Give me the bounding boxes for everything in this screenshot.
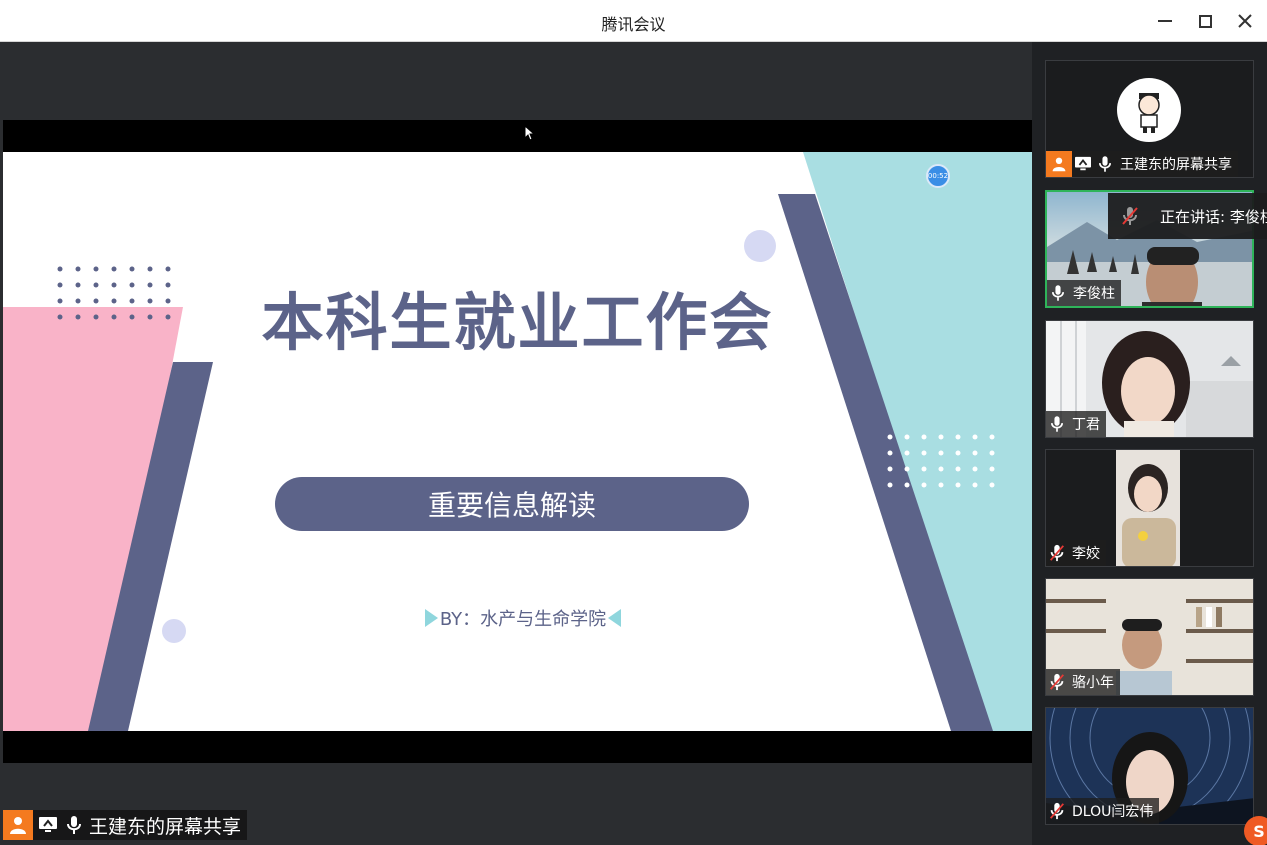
participant-name: DLOU闫宏伟 bbox=[1072, 804, 1154, 820]
screen-share-label: 王建东的屏幕共享 bbox=[3, 810, 248, 840]
recording-timer-badge[interactable]: 00:52 bbox=[926, 164, 950, 188]
participant-name: 李俊柱 bbox=[1073, 286, 1115, 302]
microphone-muted-icon bbox=[1046, 671, 1068, 693]
participant-tile[interactable]: 李姣 bbox=[1045, 449, 1254, 567]
microphone-icon bbox=[1046, 413, 1068, 435]
maximize-icon bbox=[1198, 14, 1212, 28]
participant-sidebar: 王建东的屏幕共享 李俊柱 丁君 李姣 骆小年 DLOU闫宏伟 bbox=[1032, 42, 1267, 845]
shared-screen-stage: 00:52 本科生就业工作会 重要信息解读 BY：水产与生命学院 bbox=[3, 42, 1032, 845]
participant-tile[interactable]: 丁君 bbox=[1045, 320, 1254, 438]
participant-name-bar: 丁君 bbox=[1046, 411, 1106, 437]
microphone-muted-icon bbox=[1046, 800, 1068, 822]
close-icon bbox=[1238, 14, 1252, 28]
screen-share-icon bbox=[37, 814, 59, 836]
logo-glyph: S bbox=[1253, 821, 1265, 841]
close-button[interactable] bbox=[1231, 8, 1259, 34]
participant-name: 丁君 bbox=[1072, 417, 1100, 433]
microphone-muted-icon bbox=[1046, 542, 1068, 564]
speaking-text: 正在讲话: 李俊柱 bbox=[1160, 207, 1267, 226]
slide-title: 本科生就业工作会 bbox=[261, 286, 774, 359]
speaking-indicator: 正在讲话: 李俊柱 bbox=[1108, 193, 1267, 239]
participant-name: 李姣 bbox=[1072, 546, 1100, 562]
participant-tile[interactable]: 王建东的屏幕共享 bbox=[1045, 60, 1254, 178]
slide-background-shapes bbox=[3, 152, 1032, 731]
presentation-slide: 00:52 本科生就业工作会 重要信息解读 BY：水产与生命学院 bbox=[3, 152, 1032, 731]
triangle-right-icon bbox=[424, 609, 438, 627]
participant-name-bar: 骆小年 bbox=[1046, 669, 1120, 695]
participant-tile[interactable]: DLOU闫宏伟 bbox=[1045, 707, 1254, 825]
title-bar: 腾讯会议 bbox=[0, 0, 1267, 42]
participant-name-bar: DLOU闫宏伟 bbox=[1046, 798, 1160, 824]
screen-share-icon bbox=[1072, 153, 1094, 175]
participant-name-bar: 李俊柱 bbox=[1047, 280, 1121, 306]
participant-name: 骆小年 bbox=[1072, 675, 1114, 691]
participant-name: 王建东的屏幕共享 bbox=[1120, 157, 1232, 173]
share-label-text: 王建东的屏幕共享 bbox=[89, 815, 242, 838]
window-title: 腾讯会议 bbox=[601, 15, 666, 34]
avatar bbox=[1117, 78, 1181, 142]
microphone-icon bbox=[1094, 153, 1116, 175]
participant-name-bar: 李姣 bbox=[1046, 540, 1106, 566]
participant-tile[interactable]: 骆小年 bbox=[1045, 578, 1254, 696]
letterbox-bottom bbox=[3, 731, 1032, 763]
slide-subtitle-pill: 重要信息解读 bbox=[275, 477, 749, 531]
input-method-logo[interactable]: S bbox=[1244, 816, 1267, 845]
letterbox-top bbox=[3, 120, 1032, 152]
maximize-button[interactable] bbox=[1191, 8, 1219, 34]
slide-byline: BY：水产与生命学院 bbox=[413, 607, 633, 630]
minimize-button[interactable] bbox=[1151, 8, 1179, 34]
triangle-left-icon bbox=[608, 609, 622, 627]
participant-name-bar: 王建东的屏幕共享 bbox=[1046, 151, 1238, 177]
microphone-icon bbox=[1047, 282, 1069, 304]
tencent-meeting-window: 腾讯会议 00:52 本科生就业工作会 重要信息解读 BY：水产与生命学院 王建… bbox=[0, 0, 1267, 845]
microphone-icon bbox=[63, 814, 85, 836]
minimize-icon bbox=[1158, 20, 1172, 22]
person-icon bbox=[3, 810, 33, 840]
mouse-cursor-icon bbox=[524, 125, 536, 141]
microphone-muted-icon[interactable] bbox=[1120, 205, 1140, 227]
timer-text: 00:52 bbox=[927, 172, 949, 180]
byline-text: BY：水产与生命学院 bbox=[439, 609, 607, 630]
person-icon bbox=[1046, 151, 1072, 177]
slide-subtitle: 重要信息解读 bbox=[427, 489, 596, 522]
